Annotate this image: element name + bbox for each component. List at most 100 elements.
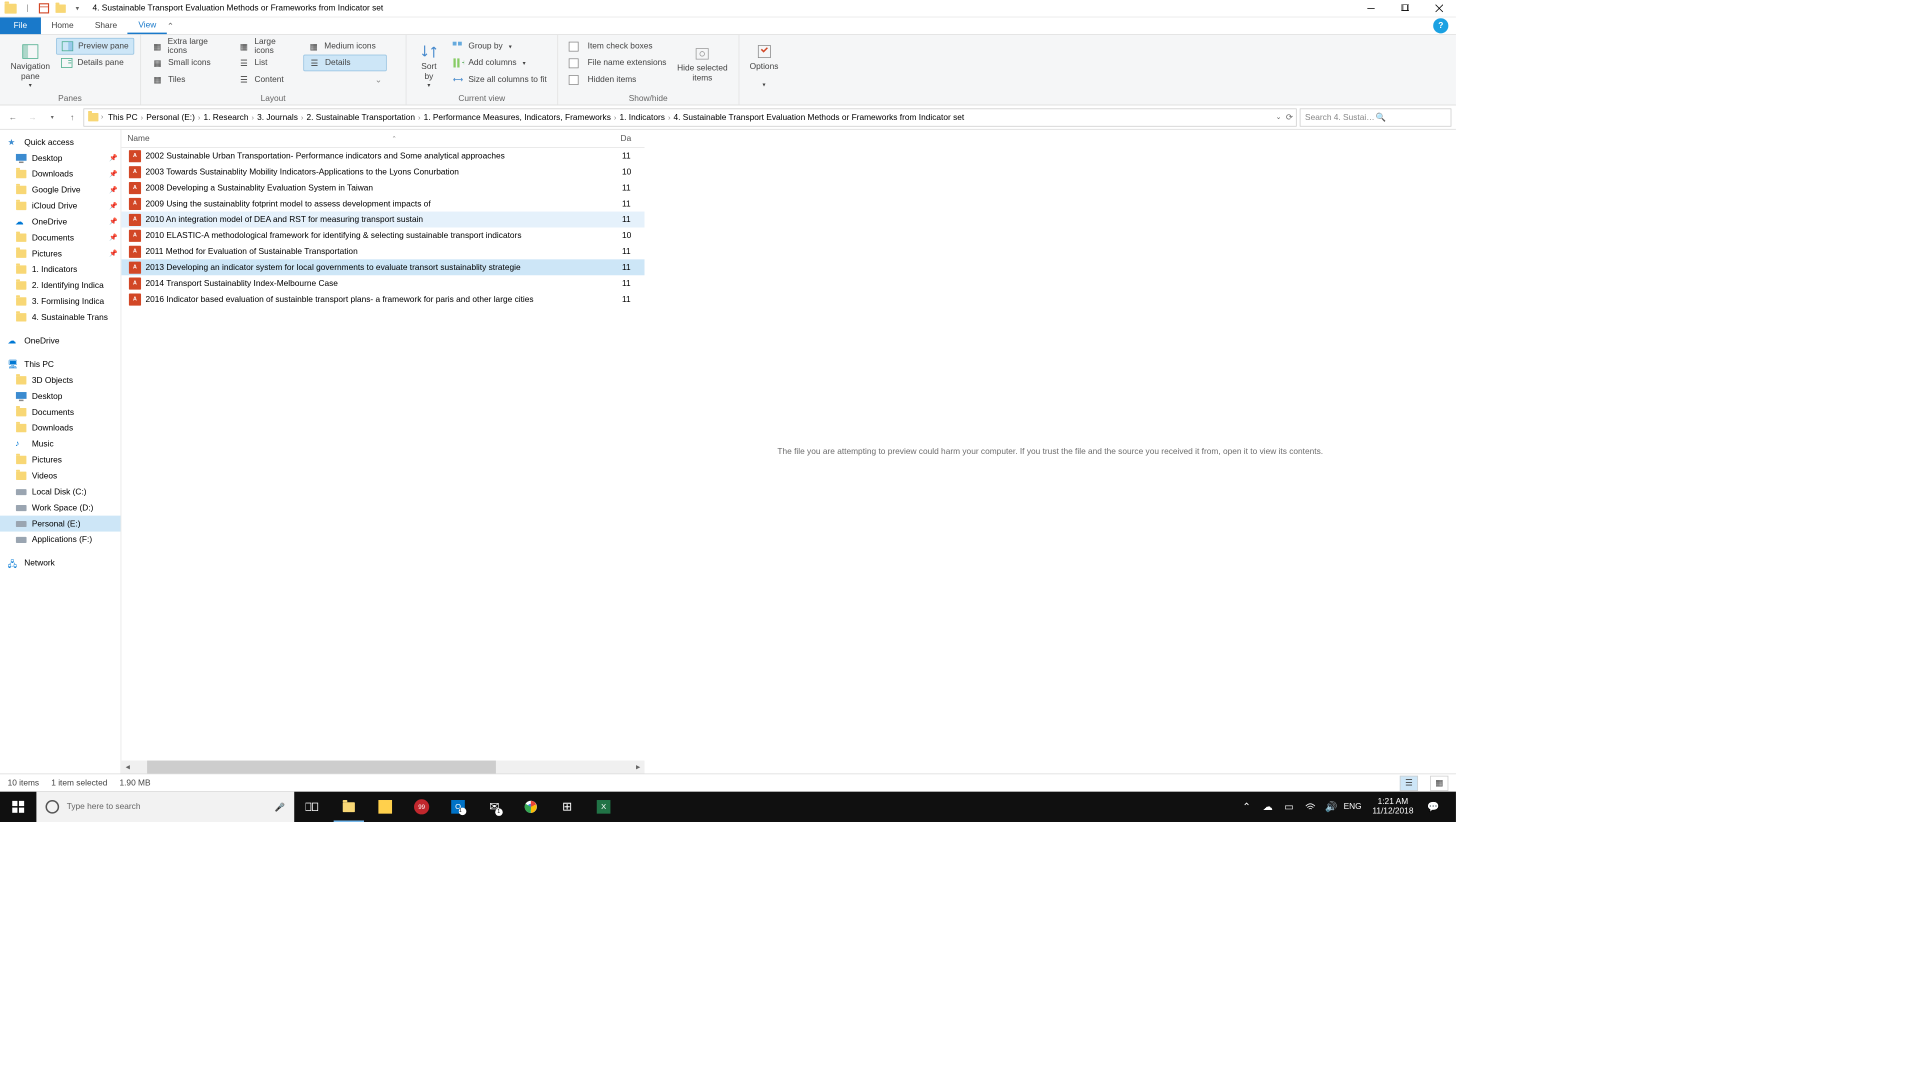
file-row[interactable]: 2003 Towards Sustainablity Mobility Indi… <box>121 164 644 180</box>
taskbar-app-explorer[interactable] <box>331 792 367 822</box>
file-row[interactable]: 2009 Using the sustainablity fotprint mo… <box>121 196 644 212</box>
breadcrumb[interactable]: 3. Journals <box>254 113 301 122</box>
col-header-date[interactable]: Da <box>614 134 644 143</box>
breadcrumb[interactable]: 1. Performance Measures, Indicators, Fra… <box>421 113 614 122</box>
hide-selected-button[interactable]: Hide selected items <box>673 38 733 88</box>
file-row[interactable]: 2002 Sustainable Urban Transportation- P… <box>121 148 644 164</box>
sidebar-item[interactable]: Work Space (D:) <box>0 500 121 516</box>
forward-button[interactable]: → <box>24 109 41 126</box>
qat-properties-icon[interactable] <box>38 2 50 14</box>
chevron-right-icon[interactable]: › <box>101 113 104 121</box>
sidebar-item[interactable]: 1. Indicators <box>0 262 121 278</box>
taskbar-app-antivirus[interactable]: 99 <box>403 792 439 822</box>
file-row[interactable]: 2010 An integration model of DEA and RST… <box>121 212 644 228</box>
navigation-pane-button[interactable]: Navigation pane▾ <box>6 38 55 93</box>
sidebar-item[interactable]: Pictures📌 <box>0 246 121 262</box>
sidebar-item[interactable]: iCloud Drive📌 <box>0 198 121 214</box>
scroll-thumb[interactable] <box>147 761 496 774</box>
file-row[interactable]: 2008 Developing a Sustainablity Evaluati… <box>121 180 644 196</box>
add-columns-button[interactable]: +Add columns ▾ <box>447 55 551 72</box>
taskbar-app-store[interactable]: ⊞ <box>549 792 585 822</box>
address-bar[interactable]: › This PC›Personal (E:)›1. Research›3. J… <box>83 108 1296 126</box>
tray-clock[interactable]: 1:21 AM 11/12/2018 <box>1368 797 1418 817</box>
sidebar-item[interactable]: Pictures <box>0 452 121 468</box>
tray-volume-icon[interactable]: 🔊 <box>1325 801 1337 813</box>
addr-dropdown-icon[interactable]: ⌄ <box>1276 113 1282 121</box>
taskbar-app-outlook[interactable]: O1 <box>440 792 476 822</box>
tab-share[interactable]: Share <box>84 17 127 34</box>
sidebar-item[interactable]: 2. Identifying Indica <box>0 278 121 294</box>
layout-content[interactable]: ☰Content <box>233 71 301 88</box>
sidebar-item[interactable]: Downloads📌 <box>0 166 121 182</box>
sidebar-item[interactable]: Desktop📌 <box>0 150 121 166</box>
taskbar-app-mail[interactable]: ✉1 <box>476 792 512 822</box>
sort-by-button[interactable]: Sort by▾ <box>412 38 445 93</box>
scroll-left-icon[interactable]: ◂ <box>121 761 134 774</box>
layout-more[interactable]: ⌄ <box>303 71 386 88</box>
close-button[interactable] <box>1422 0 1456 17</box>
nav-network[interactable]: 🖧Network <box>0 555 121 571</box>
nav-onedrive[interactable]: ☁OneDrive <box>0 333 121 349</box>
file-row[interactable]: 2010 ELASTIC-A methodological framework … <box>121 227 644 243</box>
tab-file[interactable]: File <box>0 17 41 34</box>
breadcrumb[interactable]: 1. Research <box>200 113 251 122</box>
nav-this-pc[interactable]: 🖥This PC <box>0 356 121 372</box>
breadcrumb[interactable]: This PC <box>105 113 141 122</box>
col-header-name[interactable]: Name⌃ <box>121 134 614 143</box>
view-thumbnails-button[interactable]: ▦ <box>1430 775 1448 790</box>
sidebar-item[interactable]: 3. Formlising Indica <box>0 293 121 309</box>
breadcrumb[interactable]: 1. Indicators <box>616 113 668 122</box>
sidebar-item[interactable]: Desktop <box>0 388 121 404</box>
breadcrumb[interactable]: 4. Sustainable Transport Evaluation Meth… <box>670 113 967 122</box>
sidebar-item[interactable]: Applications (F:) <box>0 532 121 548</box>
file-row[interactable]: 2013 Developing an indicator system for … <box>121 259 644 275</box>
horizontal-scrollbar[interactable]: ◂ ▸ <box>121 761 644 774</box>
sidebar-item[interactable]: Local Disk (C:) <box>0 484 121 500</box>
file-row[interactable]: 2014 Transport Sustainablity Index-Melbo… <box>121 275 644 291</box>
show-desktop-button[interactable] <box>1448 792 1453 822</box>
layout-medium[interactable]: ▦Medium icons <box>303 38 386 55</box>
qat-dropdown-icon[interactable]: ▾ <box>71 2 83 14</box>
taskbar-search[interactable]: Type here to search 🎤 <box>36 792 294 822</box>
minimize-button[interactable] <box>1354 0 1388 17</box>
sidebar-item[interactable]: ☁OneDrive📌 <box>0 214 121 230</box>
maximize-button[interactable] <box>1388 0 1422 17</box>
breadcrumb[interactable]: Personal (E:) <box>143 113 198 122</box>
sidebar-item[interactable]: Downloads <box>0 420 121 436</box>
options-button[interactable]: Options▾ <box>745 38 783 92</box>
start-button[interactable] <box>0 792 36 822</box>
item-checkboxes-toggle[interactable]: Item check boxes <box>564 38 671 55</box>
taskbar-app-chrome[interactable] <box>513 792 549 822</box>
tab-home[interactable]: Home <box>41 17 84 34</box>
up-button[interactable]: ↑ <box>64 109 81 126</box>
hidden-items-toggle[interactable]: Hidden items <box>564 71 671 88</box>
layout-small[interactable]: ▦Small icons <box>147 55 232 72</box>
scroll-right-icon[interactable]: ▸ <box>632 761 645 774</box>
tray-onedrive-icon[interactable]: ☁ <box>1262 801 1274 813</box>
layout-large[interactable]: ▦Large icons <box>233 38 301 55</box>
sidebar-item[interactable]: Documents <box>0 404 121 420</box>
help-button[interactable]: ? <box>1433 18 1448 33</box>
tray-notifications-icon[interactable]: 💬 <box>1427 801 1439 813</box>
sidebar-item[interactable]: Videos <box>0 468 121 484</box>
back-button[interactable]: ← <box>5 109 22 126</box>
sidebar-item[interactable]: Documents📌 <box>0 230 121 246</box>
layout-list[interactable]: ☰List <box>233 55 301 72</box>
breadcrumb[interactable]: 2. Sustainable Transportation <box>303 113 418 122</box>
taskbar-app-excel[interactable]: X <box>585 792 621 822</box>
tray-wifi-icon[interactable] <box>1304 801 1316 813</box>
group-by-button[interactable]: Group by ▾ <box>447 38 551 55</box>
file-extensions-toggle[interactable]: File name extensions <box>564 55 671 72</box>
view-details-button[interactable]: ☰ <box>1400 775 1418 790</box>
sidebar-item[interactable]: ♪Music <box>0 436 121 452</box>
sidebar-item[interactable]: 4. Sustainable Trans <box>0 309 121 325</box>
refresh-button[interactable]: ⟳ <box>1286 112 1293 122</box>
file-row[interactable]: 2016 Indicator based evaluation of susta… <box>121 291 644 307</box>
size-columns-button[interactable]: Size all columns to fit <box>447 71 551 88</box>
taskbar-app-sticky-notes[interactable] <box>367 792 403 822</box>
layout-details[interactable]: ☰Details <box>303 55 386 72</box>
mic-icon[interactable]: 🎤 <box>275 802 285 812</box>
search-input[interactable]: Search 4. Sustainable Transpo... 🔍 <box>1300 108 1452 126</box>
details-pane-button[interactable]: Details pane <box>56 55 134 72</box>
tray-chevron-icon[interactable]: ⌃ <box>1240 801 1252 813</box>
